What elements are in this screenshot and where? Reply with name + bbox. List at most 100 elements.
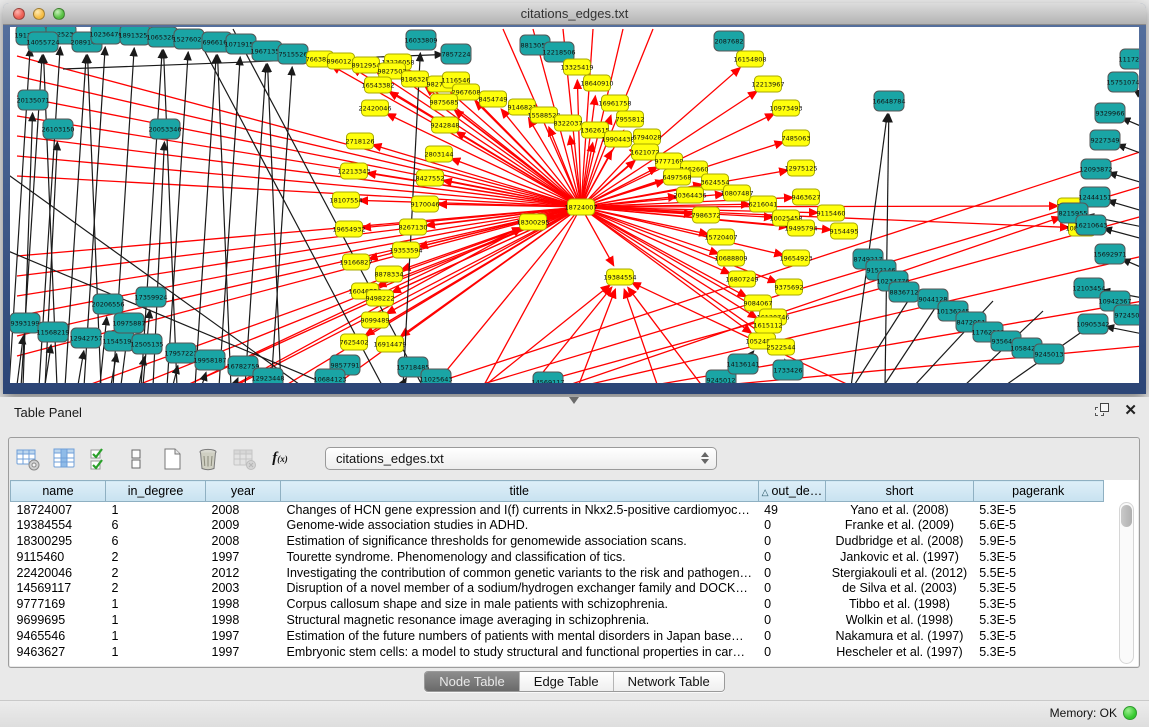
- column-header-out_de[interactable]: △out_de…: [758, 481, 826, 502]
- table-cell[interactable]: Estimation of the future numbers of pati…: [281, 628, 759, 644]
- table-cell[interactable]: 1: [106, 612, 206, 628]
- table-cell[interactable]: 2008: [206, 502, 281, 518]
- row-selection-icon[interactable]: [87, 446, 113, 472]
- table-cell[interactable]: 0: [758, 565, 826, 581]
- memory-status-icon[interactable]: [1123, 706, 1137, 720]
- table-cell[interactable]: Structural magnetic resonance image aver…: [281, 612, 759, 628]
- table-cell[interactable]: 5.3E-5: [973, 596, 1103, 612]
- table-cell[interactable]: 2: [106, 549, 206, 565]
- table-cell[interactable]: 9463627: [11, 644, 106, 660]
- close-panel-icon[interactable]: ✕: [1124, 403, 1137, 418]
- red-edge[interactable]: [17, 207, 581, 296]
- table-row[interactable]: 1872400712008Changes of HCN gene express…: [11, 502, 1104, 518]
- column-header-year[interactable]: year: [206, 481, 281, 502]
- delete-icon[interactable]: [195, 446, 221, 472]
- black-edge[interactable]: [23, 113, 33, 383]
- table-cell[interactable]: Franke et al. (2009): [826, 517, 974, 533]
- table-cell[interactable]: 0: [758, 580, 826, 596]
- table-row[interactable]: 946362711997Embryonic stem cells: a mode…: [11, 644, 1104, 660]
- red-edge[interactable]: [17, 207, 581, 336]
- table-cell[interactable]: 1997: [206, 628, 281, 644]
- tab-network-table[interactable]: Network Table: [613, 672, 724, 691]
- node-table[interactable]: namein_degreeyeartitle△out_de…shortpager…: [10, 480, 1104, 659]
- table-row[interactable]: 911546021997Tourette syndrome. Phenomeno…: [11, 549, 1104, 565]
- network-graph[interactable]: 1872400718300295193845541913255020025236…: [10, 27, 1139, 383]
- table-cell[interactable]: 1: [106, 628, 206, 644]
- splitter-grip[interactable]: [569, 397, 579, 404]
- table-row[interactable]: 1456911722003Disruption of a novel membe…: [11, 580, 1104, 596]
- tab-edge-table[interactable]: Edge Table: [519, 672, 613, 691]
- delete-table-icon[interactable]: [231, 446, 257, 472]
- table-cell[interactable]: Nakamura et al. (1997): [826, 628, 974, 644]
- black-edge[interactable]: [1117, 144, 1139, 154]
- table-cell[interactable]: 1998: [206, 612, 281, 628]
- table-cell[interactable]: Estimation of significance thresholds fo…: [281, 533, 759, 549]
- table-cell[interactable]: 0: [758, 533, 826, 549]
- table-cell[interactable]: 6: [106, 517, 206, 533]
- table-cell[interactable]: 19384554: [11, 517, 106, 533]
- table-cell[interactable]: 5.6E-5: [973, 517, 1103, 533]
- table-cell[interactable]: 9465546: [11, 628, 106, 644]
- table-selector[interactable]: citations_edges.txt: [325, 447, 717, 470]
- table-row[interactable]: 969969511998Structural magnetic resonanc…: [11, 612, 1104, 628]
- table-cell[interactable]: Investigating the contribution of common…: [281, 565, 759, 581]
- new-table-icon[interactable]: [159, 446, 185, 472]
- table-cell[interactable]: Yano et al. (2008): [826, 502, 974, 518]
- table-cell[interactable]: 9777169: [11, 596, 106, 612]
- table-cell[interactable]: 0: [758, 644, 826, 660]
- pane-toggle-icon[interactable]: [123, 446, 149, 472]
- table-cell[interactable]: Embryonic stem cells: a model to study s…: [281, 644, 759, 660]
- table-row[interactable]: 2242004622012Investigating the contribut…: [11, 565, 1104, 581]
- column-header-in_degree[interactable]: in_degree: [106, 481, 206, 502]
- table-cell[interactable]: 2008: [206, 533, 281, 549]
- table-cell[interactable]: Changes of HCN gene expression and I(f) …: [281, 502, 759, 518]
- table-cell[interactable]: 9699695: [11, 612, 106, 628]
- red-edge[interactable]: [531, 287, 612, 383]
- table-cell[interactable]: Corpus callosum shape and size in male p…: [281, 596, 759, 612]
- black-edge[interactable]: [235, 378, 238, 383]
- column-header-pagerank[interactable]: pagerank: [973, 481, 1103, 502]
- red-edge[interactable]: [17, 176, 581, 207]
- column-visibility-icon[interactable]: [51, 446, 77, 472]
- column-header-name[interactable]: name: [11, 481, 106, 502]
- table-cell[interactable]: 1998: [206, 596, 281, 612]
- scrollbar-thumb[interactable]: [1121, 505, 1132, 527]
- table-row[interactable]: 1938455462009Genome-wide association stu…: [11, 517, 1104, 533]
- table-cell[interactable]: 2012: [206, 565, 281, 581]
- black-edge[interactable]: [141, 50, 162, 383]
- tab-node-table[interactable]: Node Table: [425, 672, 519, 691]
- table-cell[interactable]: 5.3E-5: [973, 644, 1103, 660]
- table-cell[interactable]: 2003: [206, 580, 281, 596]
- table-cell[interactable]: 5.5E-5: [973, 565, 1103, 581]
- table-cell[interactable]: 5.3E-5: [973, 628, 1103, 644]
- table-cell[interactable]: 9115460: [11, 549, 106, 565]
- table-cell[interactable]: 1: [106, 502, 206, 518]
- black-edge[interactable]: [1104, 228, 1139, 239]
- table-cell[interactable]: 5.3E-5: [973, 580, 1103, 596]
- table-cell[interactable]: 1: [106, 596, 206, 612]
- table-row[interactable]: 1830029562008Estimation of significance …: [11, 533, 1104, 549]
- table-row[interactable]: 977716911998Corpus callosum shape and si…: [11, 596, 1104, 612]
- table-cell[interactable]: 18724007: [11, 502, 106, 518]
- table-cell[interactable]: 0: [758, 612, 826, 628]
- table-cell[interactable]: 1: [106, 644, 206, 660]
- column-header-title[interactable]: title: [281, 481, 759, 502]
- red-edge[interactable]: [578, 289, 615, 383]
- table-cell[interactable]: 0: [758, 628, 826, 644]
- black-edge[interactable]: [1107, 201, 1139, 211]
- table-cell[interactable]: Stergiakouli et al. (2012): [826, 565, 974, 581]
- table-cell[interactable]: 22420046: [11, 565, 106, 581]
- table-cell[interactable]: 5.3E-5: [973, 502, 1103, 518]
- network-canvas[interactable]: 1872400718300295193845541913255020025236…: [10, 27, 1139, 383]
- table-cell[interactable]: 0: [758, 596, 826, 612]
- table-cell[interactable]: Tourette syndrome. Phenomenology and cla…: [281, 549, 759, 565]
- table-cell[interactable]: de Silva et al. (2003): [826, 580, 974, 596]
- table-cell[interactable]: Jankovic et al. (1997): [826, 549, 974, 565]
- red-edge[interactable]: [628, 287, 703, 383]
- red-edge[interactable]: [581, 207, 752, 333]
- table-cell[interactable]: 5.3E-5: [973, 612, 1103, 628]
- table-cell[interactable]: 5.9E-5: [973, 533, 1103, 549]
- table-cell[interactable]: 0: [758, 517, 826, 533]
- table-cell[interactable]: 2: [106, 580, 206, 596]
- table-vertical-scrollbar[interactable]: [1119, 502, 1134, 664]
